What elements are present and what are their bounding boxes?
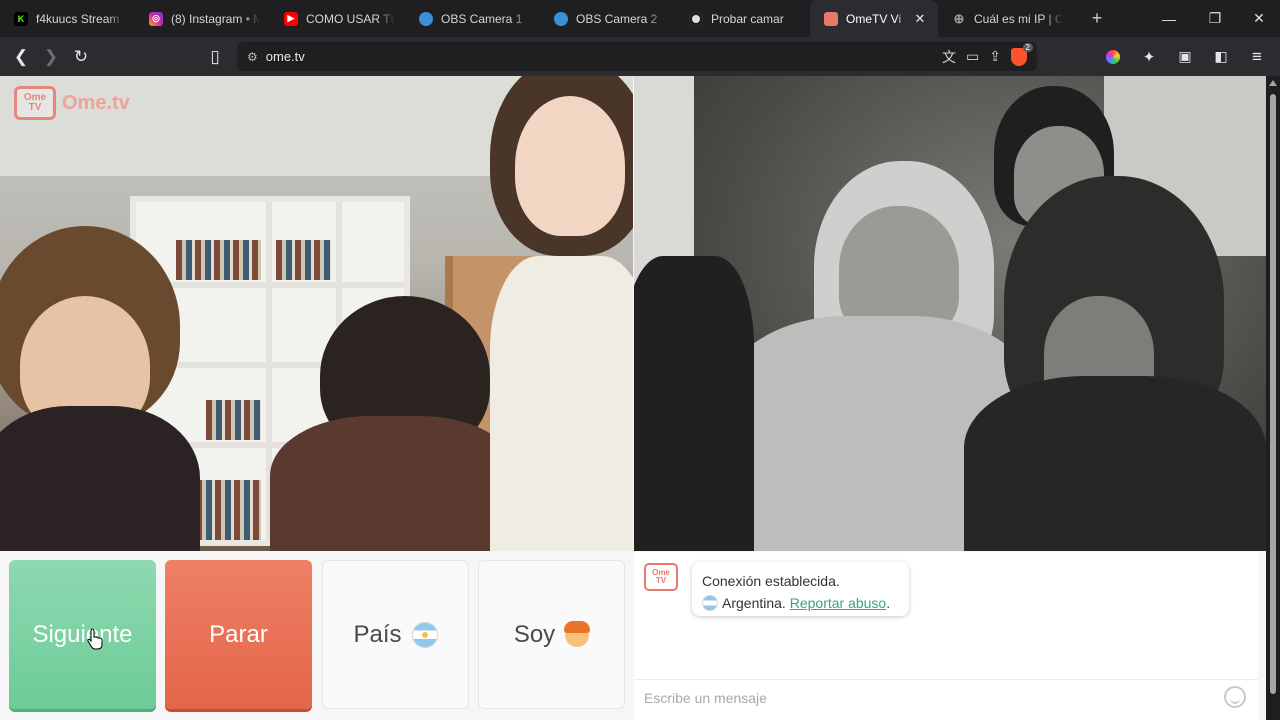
extensions-icon[interactable]: ✦ <box>1134 42 1164 72</box>
gender-button[interactable]: Soy <box>478 560 625 709</box>
tv-icon: Ome TV <box>14 86 56 120</box>
close-window-button[interactable]: ✕ <box>1236 0 1280 37</box>
tab-title: COMO USAR TU C <box>306 11 395 26</box>
tab-title: Cuál es mi IP | Có <box>974 11 1063 26</box>
forward-button[interactable]: ❯ <box>36 42 66 72</box>
stop-button[interactable]: Parar <box>165 560 312 709</box>
country-button-label: País <box>353 620 402 648</box>
scroll-up-arrow-icon[interactable] <box>1269 80 1277 86</box>
address-bar[interactable]: ⚙ ome.tv 文 ▭ ⇪ 2 <box>237 42 1037 71</box>
tab-title: OBS Camera 2 <box>576 11 658 26</box>
close-icon[interactable]: ✕ <box>912 11 928 27</box>
tab-title: Probar camar <box>711 11 784 26</box>
minimize-button[interactable]: — <box>1146 0 1192 37</box>
maximize-button[interactable]: ❐ <box>1192 0 1238 37</box>
youtube-icon: ▶ <box>284 11 298 26</box>
kick-icon: K <box>14 11 28 26</box>
shields-count-badge: 2 <box>1022 42 1033 52</box>
tab-kick[interactable]: K f4kuucs Stream - <box>0 0 135 37</box>
message-input[interactable]: Escribe un mensaje <box>634 679 1258 715</box>
url-text: ome.tv <box>265 49 305 64</box>
next-button[interactable]: Siguiente <box>9 560 156 709</box>
tab-cual-es-mi-ip[interactable]: ⊕ Cuál es mi IP | Có <box>938 0 1073 37</box>
ometv-icon <box>824 11 838 26</box>
ometv-logo[interactable]: Ome TV Ome.tv <box>14 86 130 120</box>
person-right-body <box>490 256 633 551</box>
browser-toolbar: ❮ ❯ ↻ ▯ ⚙ ome.tv 文 ▭ ⇪ 2 ✦ ▣ ◧ ≡ <box>0 37 1280 76</box>
country-name: Argentina. <box>722 595 786 611</box>
tab-probar-camara[interactable]: Probar camar <box>675 0 810 37</box>
logo-mark-bottom: TV <box>28 102 42 113</box>
person-right-face <box>515 96 625 236</box>
edge-icon <box>419 11 433 26</box>
person-left-body <box>0 406 200 551</box>
emoji-picker-icon[interactable] <box>1224 686 1246 708</box>
chat-avatar-mark-bottom: TV <box>655 576 667 585</box>
new-tab-button[interactable]: + <box>1083 5 1111 33</box>
address-bar-actions: 文 ▭ ⇪ 2 <box>942 42 1033 71</box>
site-settings-icon[interactable]: ⚙ <box>247 50 258 64</box>
translate-icon[interactable]: 文 <box>942 47 956 67</box>
person-left-edge <box>634 256 754 551</box>
tab-obs-camera-2[interactable]: OBS Camera 2 <box>540 0 675 37</box>
system-message: Conexión establecida. Argentina. Reporta… <box>692 562 909 616</box>
stop-button-label: Parar <box>209 620 268 648</box>
tab-ometv[interactable]: OmeTV Vi ✕ <box>810 0 938 37</box>
tab-instagram[interactable]: ◎ (8) Instagram • M <box>135 0 270 37</box>
toolbar-right: ✦ ▣ ◧ ≡ <box>1098 42 1272 71</box>
scroll-thumb[interactable] <box>1270 94 1276 694</box>
ometv-chat-avatar-icon: Ome TV <box>644 563 678 591</box>
tab-title: (8) Instagram • M <box>171 11 260 26</box>
chat-panel: Ome TV Conexión establecida. Argentina. … <box>634 552 1258 720</box>
back-button[interactable]: ❮ <box>6 42 36 72</box>
bookmark-button[interactable]: ▯ <box>200 42 230 72</box>
message-input-placeholder: Escribe un mensaje <box>644 689 767 706</box>
color-wheel-icon[interactable] <box>1098 42 1128 72</box>
share-icon[interactable]: ⇪ <box>989 48 1001 65</box>
argentina-flag-icon <box>411 621 438 648</box>
instagram-icon: ◎ <box>149 11 163 26</box>
sidebar-icon[interactable]: ◧ <box>1206 42 1236 72</box>
edge-icon <box>554 11 568 26</box>
menu-icon[interactable]: ≡ <box>1242 42 1272 72</box>
page-scrollbar[interactable] <box>1266 76 1280 720</box>
argentina-flag-icon <box>702 595 718 611</box>
tab-title: f4kuucs Stream - <box>36 11 125 26</box>
camera-icon <box>689 11 703 26</box>
next-button-label: Siguiente <box>32 620 133 648</box>
report-abuse-link[interactable]: Reportar abuso <box>790 595 887 611</box>
globe-icon: ⊕ <box>953 10 965 26</box>
person-dark-body <box>964 376 1266 551</box>
logo-text: Ome.tv <box>62 91 130 114</box>
gender-button-label: Soy <box>513 620 556 648</box>
tab-obs-camera-1[interactable]: OBS Camera 1 <box>405 0 540 37</box>
country-button[interactable]: País <box>322 560 469 709</box>
local-video: Ome TV Ome.tv <box>0 76 633 551</box>
person-center-body <box>270 416 520 551</box>
cast-icon[interactable]: ▭ <box>966 48 979 65</box>
connection-status: Conexión establecida. <box>702 573 840 589</box>
tab-strip: K f4kuucs Stream - ◎ (8) Instagram • M ▶… <box>0 0 1280 37</box>
tab-title: OBS Camera 1 <box>441 11 523 26</box>
ometv-page: Ome TV Ome.tv Siguiente Parar País Soy O… <box>0 76 1266 720</box>
hand-cursor-icon <box>87 628 103 650</box>
reload-button[interactable]: ↻ <box>66 42 96 72</box>
wallet-icon[interactable]: ▣ <box>1170 42 1200 72</box>
tab-youtube[interactable]: ▶ COMO USAR TU C <box>270 0 405 37</box>
tab-title: OmeTV Vi <box>846 11 902 26</box>
report-suffix: . <box>886 595 891 611</box>
brave-shields-icon[interactable]: 2 <box>1011 42 1033 66</box>
boy-emoji-icon <box>564 620 591 647</box>
country-line: Argentina. Reportar abuso. <box>702 592 899 614</box>
remote-video <box>634 76 1266 551</box>
